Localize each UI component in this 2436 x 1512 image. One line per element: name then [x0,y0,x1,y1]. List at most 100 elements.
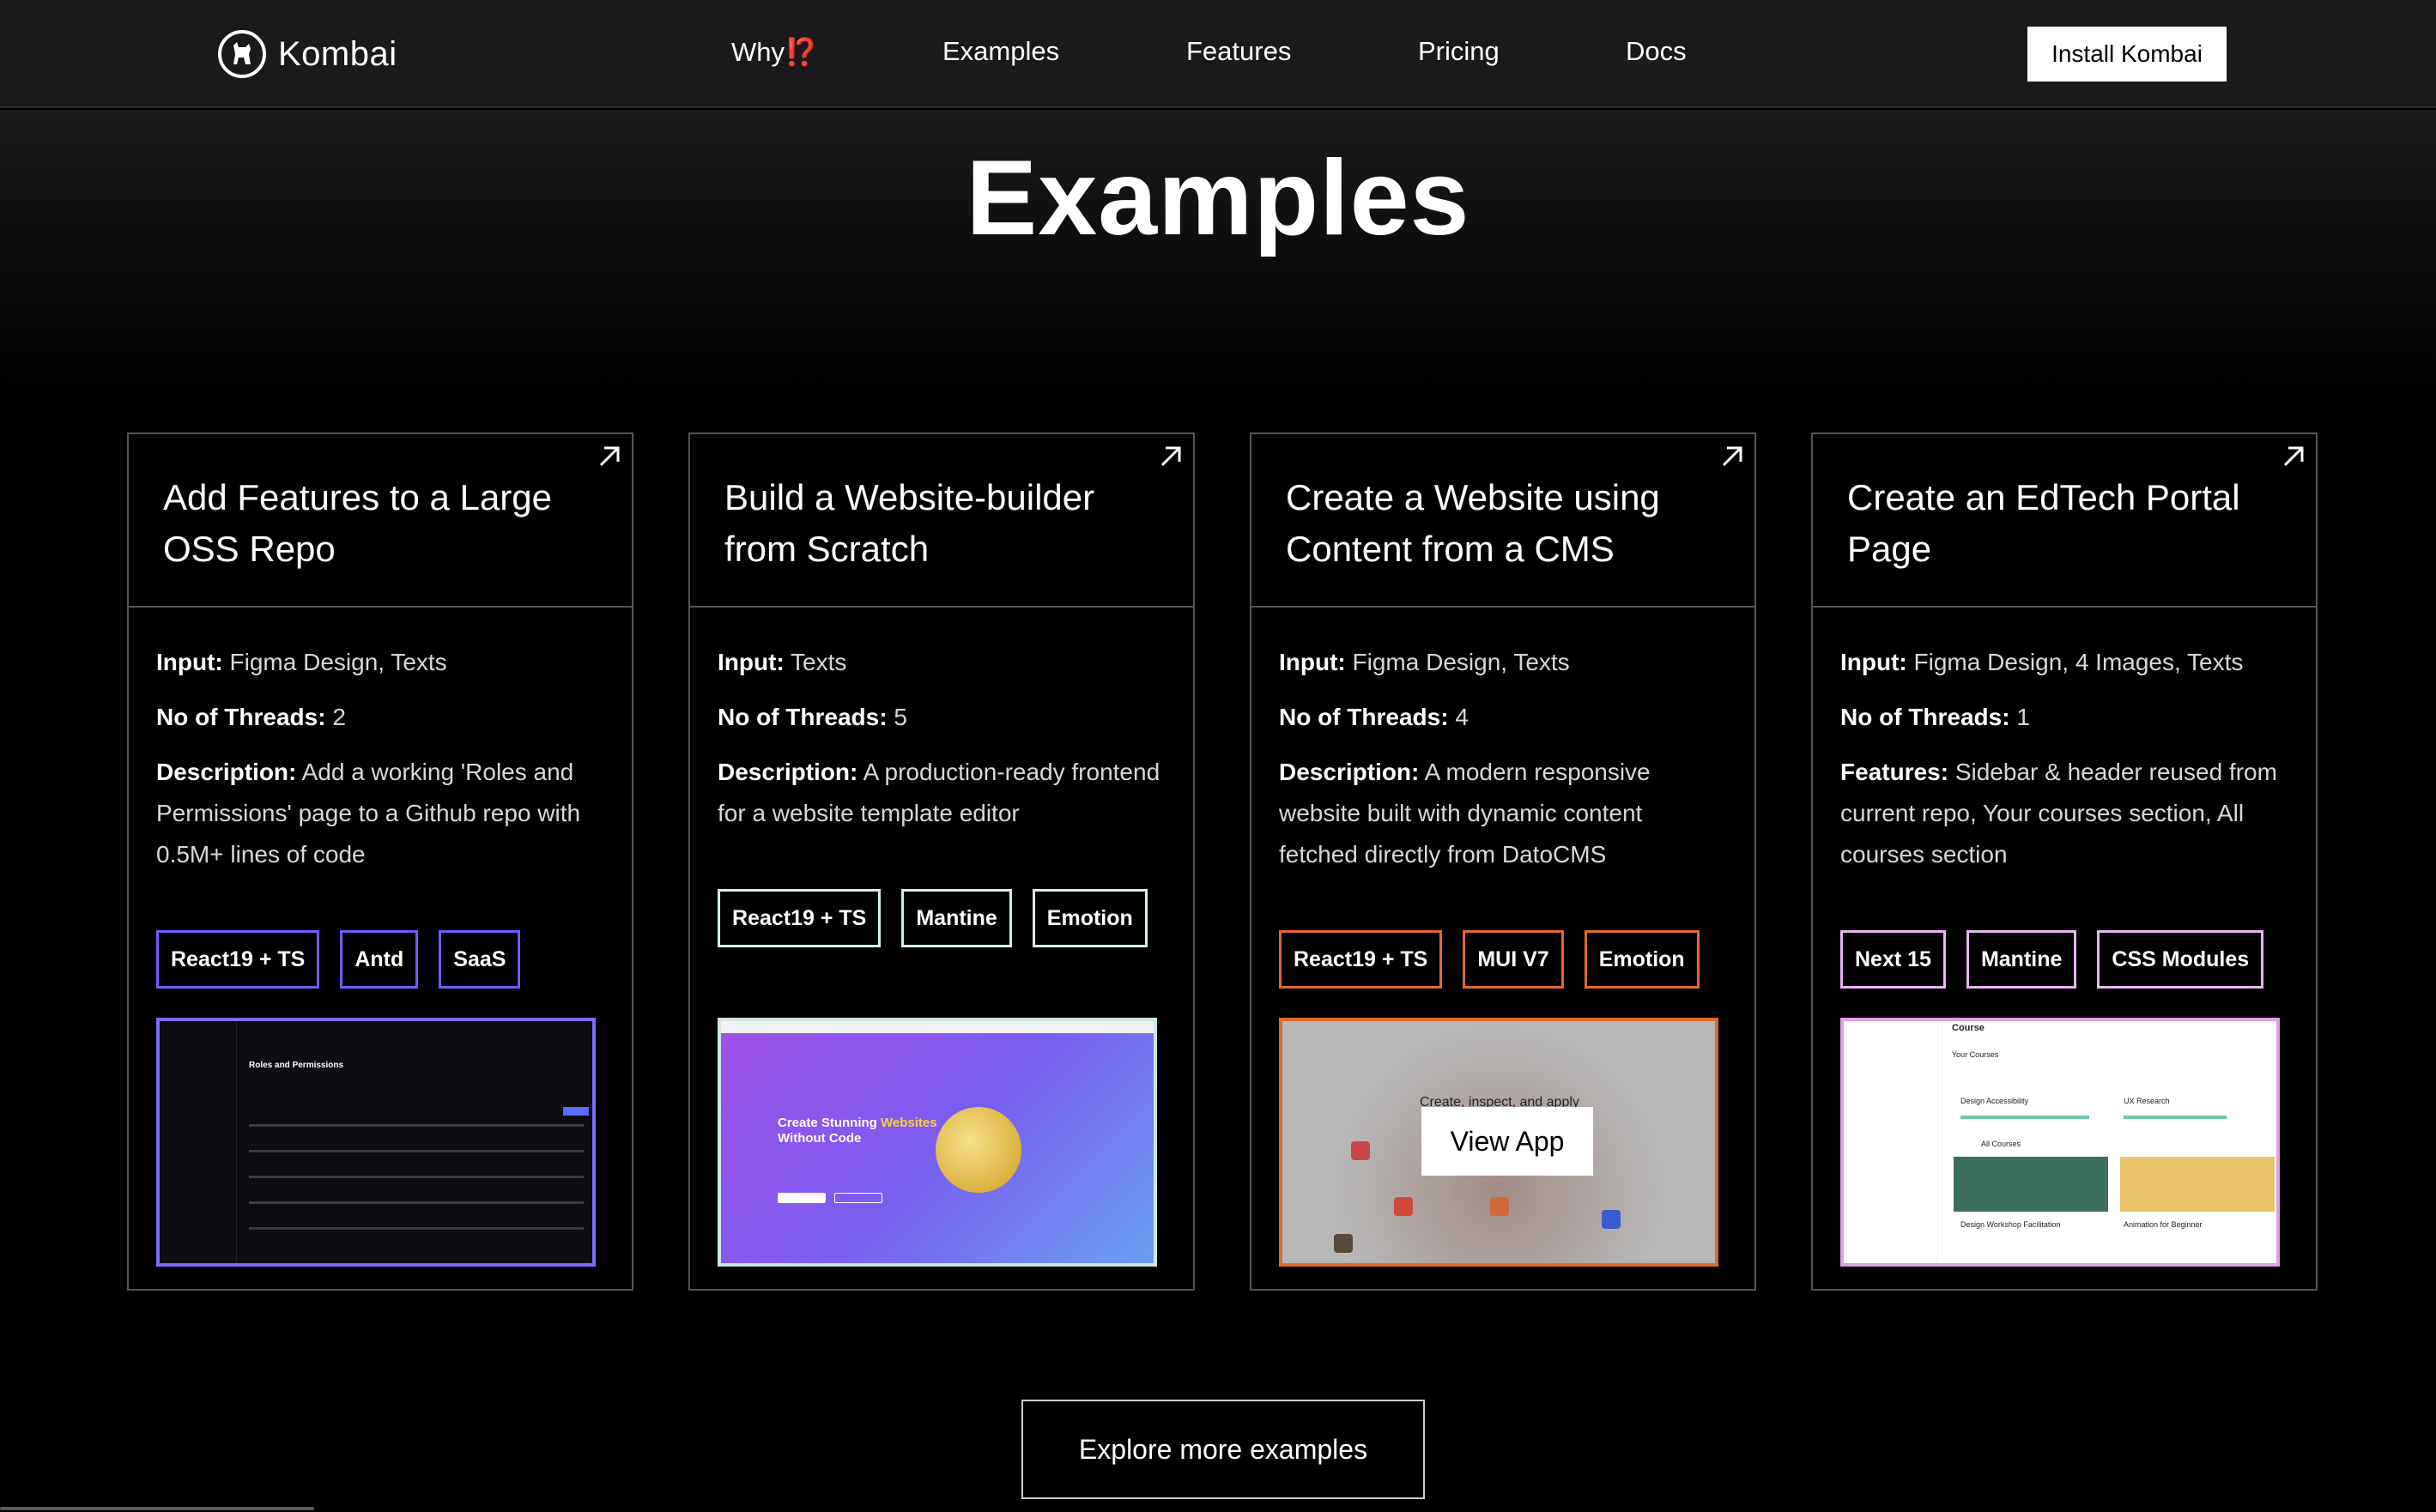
horizontal-scrollbar[interactable] [0,1507,314,1510]
nav-link-features[interactable]: Features [1186,36,1291,67]
preview-title: Roles and Permissions [249,1061,344,1070]
preview-headline: Create Stunning Websites Without Code [778,1116,937,1146]
tech-tag: React19 + TS [718,889,882,947]
preview-sidebar [1844,1021,1938,1263]
card-threads: No of Threads: 5 [718,697,1166,738]
nav-link-pricing[interactable]: Pricing [1418,36,1500,67]
description-key: Description: [1279,759,1420,785]
tech-tag: Next 15 [1840,930,1946,989]
brand-logo[interactable]: Kombai [218,30,397,78]
nav-link-examples[interactable]: Examples [942,36,1059,67]
input-key: Input: [718,649,785,675]
preview-screenshot[interactable]: Create, inspect, and apply View App [1279,1018,1718,1267]
tech-tag: MUI V7 [1463,930,1564,989]
preview-screenshot[interactable]: Create Stunning Websites Without Code [718,1018,1157,1267]
card-input: Input: Figma Design, 4 Images, Texts [1840,642,2288,683]
threads-key: No of Threads: [718,704,888,730]
threads-value: 5 [887,704,907,730]
threads-key: No of Threads: [1840,704,2010,730]
preview-node [1602,1210,1621,1229]
example-card-website-builder[interactable]: Build a Website-builder from Scratch Inp… [688,432,1195,1291]
preview-node [1394,1197,1413,1216]
card-header: Create a Website using Content from a CM… [1251,434,1754,608]
input-value: Figma Design, Texts [1345,649,1570,675]
threads-key: No of Threads: [1279,704,1449,730]
external-arrow-icon[interactable] [1157,443,1185,470]
input-key: Input: [156,649,223,675]
headline-part: Without Code [778,1131,862,1146]
tech-tag: React19 + TS [1279,930,1443,989]
nav-link-docs[interactable]: Docs [1626,36,1687,67]
preview-screenshot[interactable]: Roles and Permissions [156,1018,596,1267]
card-input: Input: Figma Design, Texts [156,642,604,683]
card-title: Build a Website-builder from Scratch [724,477,1095,569]
card-title: Create a Website using Content from a CM… [1286,477,1660,569]
brand-name: Kombai [278,34,397,73]
preview-line [249,1150,584,1152]
input-key: Input: [1279,649,1346,675]
description-key: Description: [718,759,858,785]
tech-tag: SaaS [439,930,521,989]
interrobang-icon: ⁉️ [785,37,818,67]
description-key: Description: [156,759,297,785]
threads-value: 2 [325,704,346,730]
tech-tags: Next 15 Mantine CSS Modules [1840,930,2264,989]
headline-part: Create Stunning [778,1116,882,1130]
example-card-cms-website[interactable]: Create a Website using Content from a CM… [1250,432,1756,1291]
external-arrow-icon[interactable] [1718,443,1746,470]
view-app-button[interactable]: View App [1421,1107,1593,1176]
preview-course-name: UX Research [2124,1097,2170,1105]
preview-screenshot[interactable]: Course Your Courses Design Accessibility… [1840,1018,2280,1267]
preview-node [1490,1197,1509,1216]
external-arrow-icon[interactable] [596,443,623,470]
example-card-oss-repo[interactable]: Add Features to a Large OSS Repo Input: … [127,432,633,1291]
preview-line [249,1227,584,1230]
card-description: Description: A modern responsive website… [1279,752,1727,875]
preview-line [249,1176,584,1178]
tech-tags: React19 + TS Mantine Emotion [718,889,1148,947]
preview-orb [936,1107,1021,1193]
card-header: Add Features to a Large OSS Repo [129,434,632,608]
input-value: Figma Design, 4 Images, Texts [1906,649,2244,675]
tech-tags: React19 + TS Antd SaaS [156,930,521,989]
page-title: Examples [966,139,1470,257]
preview-subheading: All Courses [1981,1140,2021,1148]
input-key: Input: [1840,649,1907,675]
card-input: Input: Texts [718,642,1166,683]
external-arrow-icon[interactable] [2280,443,2307,470]
card-body: Input: Figma Design, Texts No of Threads… [1251,608,1754,875]
card-threads: No of Threads: 2 [156,697,604,738]
preview-course-name: Design Accessibility [1960,1097,2029,1105]
headline-highlight: Websites [881,1116,937,1130]
tech-tag: CSS Modules [2097,930,2264,989]
preview-topbar [721,1021,1154,1033]
preview-progress [2124,1116,2227,1119]
explore-more-examples-button[interactable]: Explore more examples [1021,1400,1425,1499]
tech-tag: Mantine [1966,930,2077,989]
preview-node [1334,1234,1353,1253]
preview-subheading: Your Courses [1952,1050,1999,1059]
preview-button [778,1193,826,1203]
preview-course-name: Design Workshop Facilitation [1960,1220,2061,1229]
preview-heading: Course [1952,1023,1985,1033]
nav-link-why[interactable]: Why⁉️ [731,36,818,68]
threads-value: 4 [1448,704,1469,730]
nav-link-why-label: Why [731,37,785,67]
threads-value: 1 [2009,704,2030,730]
card-threads: No of Threads: 1 [1840,697,2288,738]
install-kombai-button[interactable]: Install Kombai [2027,27,2227,82]
card-body: Input: Figma Design, Texts No of Threads… [129,608,632,875]
preview-node [1351,1141,1370,1160]
threads-key: No of Threads: [156,704,326,730]
tech-tag: Mantine [901,889,1012,947]
preview-button [834,1193,882,1203]
card-header: Create an EdTech Portal Page [1813,434,2316,608]
example-card-edtech-portal[interactable]: Create an EdTech Portal Page Input: Figm… [1811,432,2318,1291]
preview-course-thumb [2120,1157,2275,1212]
input-value: Texts [784,649,847,675]
tech-tag: Antd [340,930,419,989]
card-title: Add Features to a Large OSS Repo [163,477,552,569]
card-input: Input: Figma Design, Texts [1279,642,1727,683]
preview-course-name: Animation for Beginner [2124,1220,2203,1229]
card-threads: No of Threads: 4 [1279,697,1727,738]
